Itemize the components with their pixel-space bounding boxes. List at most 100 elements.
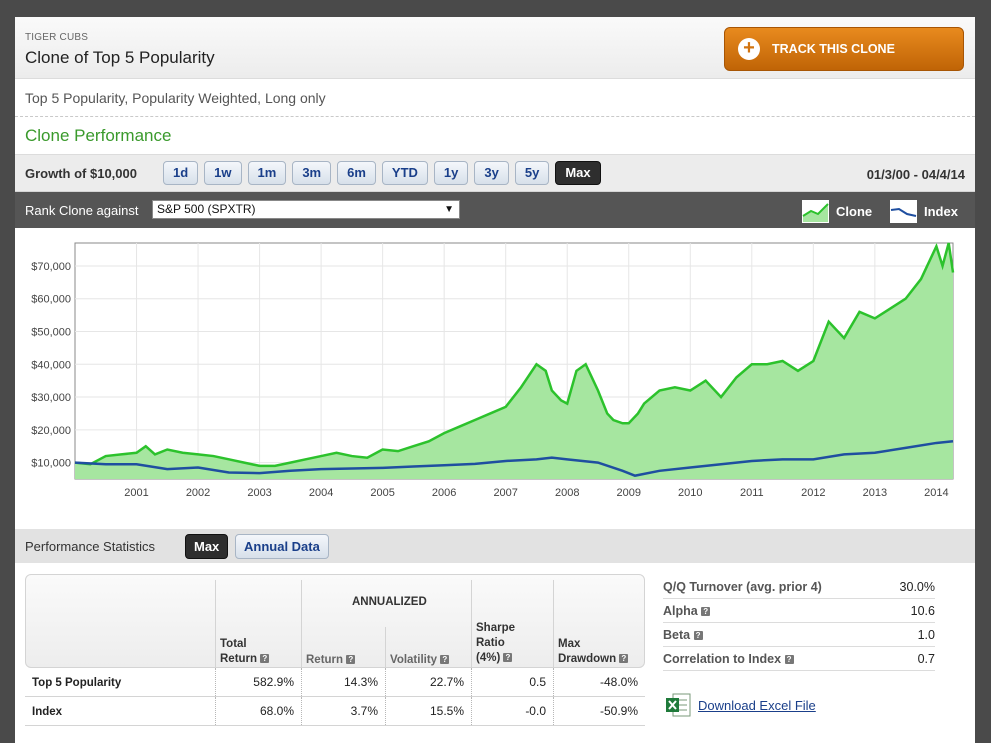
download-excel-link[interactable]: Download Excel File (665, 692, 816, 719)
range-button-max[interactable]: Max (555, 161, 601, 185)
range-button-5y[interactable]: 5y (514, 161, 550, 185)
growth-chart-svg: 2001 2002 2003 2004 2005 2006 2007 2008 2009 2010… (31, 242, 955, 499)
x-tick-label: 2001 (124, 487, 148, 499)
stats-max-button[interactable]: Max (185, 534, 229, 559)
range-button-ytd[interactable]: YTD (381, 161, 428, 185)
x-tick-label: 2004 (309, 487, 333, 499)
side-stat-label: Alpha ? (663, 604, 711, 618)
benchmark-selected: S&P 500 (SPXTR) (157, 202, 256, 216)
range-button-6m[interactable]: 6m (337, 161, 376, 185)
rank-toolbar: Rank Clone against S&P 500 (SPXTR) ▼ Clo… (15, 192, 975, 228)
help-icon[interactable]: ? (693, 631, 703, 641)
x-tick-label: 2006 (432, 487, 456, 499)
index-swatch-icon (890, 200, 917, 223)
y-tick-label: $40,000 (31, 359, 71, 371)
download-excel-label[interactable]: Download Excel File (698, 698, 816, 713)
header-max-drawdown: Max Drawdown ? (558, 637, 629, 667)
range-button-3y[interactable]: 3y (474, 161, 509, 185)
help-icon[interactable]: ? (784, 655, 794, 665)
range-button-1m[interactable]: 1m (247, 161, 287, 185)
row-name: Top 5 Popularity (32, 677, 122, 689)
header-return: Return ? (306, 653, 356, 668)
clone-description: Top 5 Popularity, Popularity Weighted, L… (15, 79, 975, 117)
stats-label: Performance Statistics (25, 539, 156, 554)
x-tick-label: 2014 (924, 487, 948, 499)
excel-icon (666, 693, 691, 717)
x-tick-label: 2007 (493, 487, 517, 499)
side-stat-value: 10.6 (910, 604, 935, 618)
x-tick-label: 2003 (247, 487, 271, 499)
cell-volatility: 15.5% (385, 697, 471, 725)
dropdown-arrow-icon: ▼ (444, 204, 454, 215)
x-tick-label: 2010 (678, 487, 702, 499)
page-title: Clone of Top 5 Popularity (25, 48, 215, 67)
plus-icon: + (738, 38, 760, 60)
growth-toolbar: Growth of $10,000 1d 1w 1m 3m 6m YTD 1y 3y 5y Max… (15, 155, 975, 192)
side-stat-value: 0.7 (917, 652, 935, 666)
help-icon[interactable]: ? (260, 654, 270, 664)
cell-total-return: 68.0% (215, 697, 301, 725)
x-tick-label: 2013 (863, 487, 887, 499)
cell-volatility: 22.7% (385, 668, 471, 696)
help-icon[interactable]: ? (440, 655, 450, 665)
help-icon[interactable]: ? (503, 653, 513, 663)
cell-total-return: 582.9% (215, 668, 301, 696)
x-tick-label: 2002 (186, 487, 210, 499)
annual-data-button[interactable]: Annual Data (235, 534, 329, 559)
side-stat-row: Q/Q Turnover (avg. prior 4) 30.0% (663, 575, 935, 599)
y-tick-label: $60,000 (31, 294, 71, 306)
side-stat-label: Beta ? (663, 628, 703, 642)
benchmark-select[interactable]: S&P 500 (SPXTR) ▼ (152, 200, 460, 219)
side-stat-row: Correlation to Index ? 0.7 (663, 647, 935, 671)
stats-toolbar: Performance Statistics Max Annual Data (15, 529, 975, 563)
legend-clone[interactable]: Clone (802, 200, 872, 223)
growth-label: Growth of $10,000 (25, 166, 137, 181)
track-clone-button[interactable]: + TRACK THIS CLONE (724, 27, 964, 71)
cell-max-drawdown: -48.0% (553, 668, 645, 696)
section-title: Clone Performance (15, 117, 975, 155)
cell-sharpe: 0.5 (471, 668, 553, 696)
range-buttons: 1d 1w 1m 3m 6m YTD 1y 3y 5y Max (163, 161, 601, 185)
legend-index[interactable]: Index (890, 200, 958, 223)
x-tick-label: 2009 (617, 487, 641, 499)
page-header: TIGER CUBS Clone of Top 5 Popularity + T… (15, 17, 975, 79)
y-tick-label: $30,000 (31, 392, 71, 404)
range-button-1y[interactable]: 1y (433, 161, 469, 185)
table-row: Top 5 Popularity 582.9% 14.3% 22.7% 0.5 -48.0… (25, 668, 645, 697)
side-stat-label: Correlation to Index ? (663, 652, 794, 666)
range-button-1d[interactable]: 1d (163, 161, 199, 185)
help-icon[interactable]: ? (346, 655, 356, 665)
track-clone-label: TRACK THIS CLONE (772, 42, 895, 56)
rank-label: Rank Clone against (25, 203, 139, 218)
header-total-return: Total Return ? (220, 637, 270, 667)
cell-max-drawdown: -50.9% (553, 697, 645, 725)
side-stat-row: Beta ? 1.0 (663, 623, 935, 647)
help-icon[interactable]: ? (701, 607, 711, 617)
x-tick-label: 2012 (801, 487, 825, 499)
table-row: Index 68.0% 3.7% 15.5% -0.0 -50.9% (25, 697, 645, 726)
header-sharpe: Sharpe Ratio (4%) ? (476, 622, 515, 664)
side-statistics: Q/Q Turnover (avg. prior 4) 30.0% Alpha ? 1… (663, 575, 935, 671)
cell-sharpe: -0.0 (471, 697, 553, 725)
side-stat-label: Q/Q Turnover (avg. prior 4) (663, 580, 822, 594)
category-kicker: TIGER CUBS (25, 32, 89, 43)
range-button-3m[interactable]: 3m (292, 161, 332, 185)
header-volatility: Volatility ? (390, 653, 450, 668)
side-stat-value: 1.0 (917, 628, 935, 642)
y-tick-label: $10,000 (31, 458, 71, 470)
clone-swatch-icon (802, 200, 829, 223)
help-icon[interactable]: ? (619, 654, 629, 664)
table-header: ANNUALIZED Total Return ? Return ? Volat… (25, 574, 645, 669)
x-tick-label: 2008 (555, 487, 579, 499)
legend-clone-label: Clone (836, 204, 873, 219)
cell-return: 3.7% (301, 697, 385, 725)
x-tick-label: 2011 (740, 487, 764, 499)
app-frame: TIGER CUBS Clone of Top 5 Popularity + T… (15, 17, 975, 743)
x-tick-label: 2005 (370, 487, 394, 499)
side-stat-row: Alpha ? 10.6 (663, 599, 935, 623)
date-range: 01/3/00 - 04/4/14 (866, 167, 965, 182)
performance-table: ANNUALIZED Total Return ? Return ? Volat… (25, 574, 645, 726)
y-tick-label: $70,000 (31, 261, 71, 273)
range-button-1w[interactable]: 1w (204, 161, 242, 185)
table-body: Top 5 Popularity 582.9% 14.3% 22.7% 0.5 -48.0… (25, 668, 645, 726)
